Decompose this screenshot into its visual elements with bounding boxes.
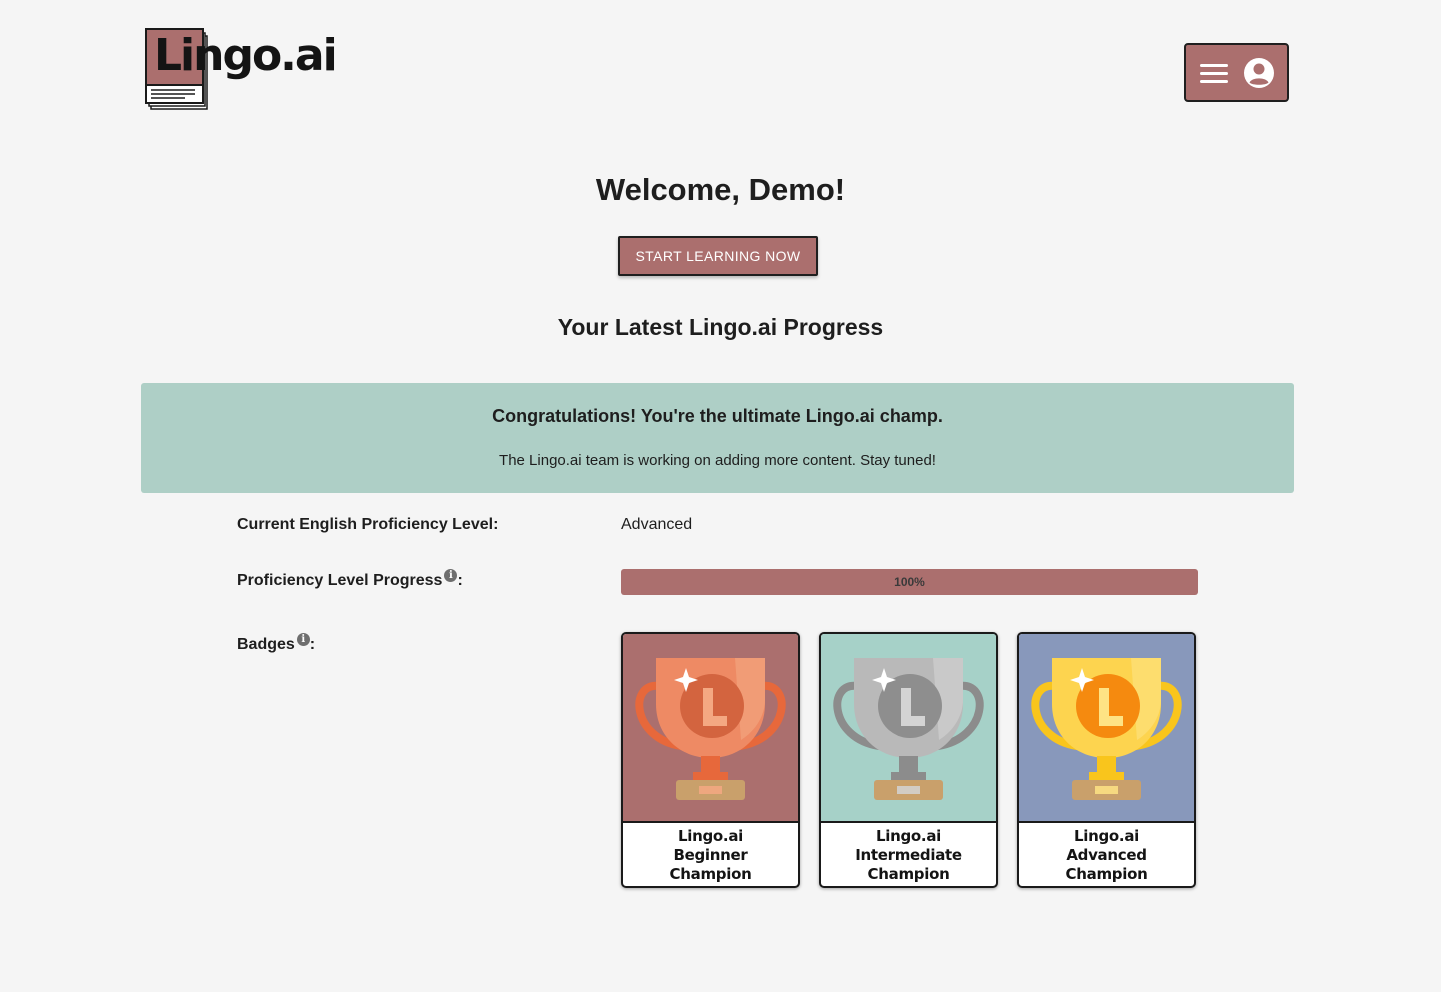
level-progress-bar: 100%	[621, 569, 1198, 595]
progress-heading: Your Latest Lingo.ai Progress	[557, 314, 884, 340]
info-icon[interactable]: i	[296, 633, 310, 646]
badge-line: Champion	[867, 865, 950, 883]
app-logo[interactable]: Lingo.ai	[145, 28, 350, 112]
badge-art	[623, 634, 798, 823]
start-learning-button[interactable]: START LEARNING NOW	[618, 236, 818, 276]
level-progress-label-text: Proficiency Level Progress	[237, 572, 443, 589]
silver-trophy-icon	[833, 658, 984, 800]
user-circle-icon	[1243, 57, 1274, 88]
info-icon[interactable]: i	[444, 569, 458, 582]
progress-percent: 100%	[894, 575, 925, 589]
level-progress-label: Proficiency Level Progress i :	[237, 569, 463, 590]
level-label: Current English Proficiency Level:	[237, 516, 498, 534]
badge-label: Lingo.ai Intermediate Champion	[821, 827, 996, 884]
menu-account-button[interactable]	[1184, 43, 1289, 102]
badges-label-text: Badges	[237, 636, 295, 653]
banner-subtitle: The Lingo.ai team is working on adding m…	[499, 452, 936, 469]
hamburger-menu-icon	[1199, 63, 1228, 83]
badge-art	[821, 634, 996, 823]
badge-card-intermediate[interactable]: Lingo.ai Intermediate Champion	[819, 632, 998, 888]
badge-line: Lingo.ai	[1074, 827, 1139, 845]
page-title: Welcome, Demo!	[595, 172, 846, 207]
badge-card-beginner[interactable]: Lingo.ai Beginner Champion	[621, 632, 800, 888]
badge-line: Lingo.ai	[876, 827, 941, 845]
badge-line: Champion	[1065, 865, 1148, 883]
badge-line: Beginner	[673, 846, 748, 864]
badge-line: Intermediate	[855, 846, 962, 864]
badge-label: Lingo.ai Beginner Champion	[623, 827, 798, 884]
badge-card-advanced[interactable]: Lingo.ai Advanced Champion	[1017, 632, 1196, 888]
badge-line: Champion	[669, 865, 752, 883]
badge-label: Lingo.ai Advanced Champion	[1019, 827, 1194, 884]
bronze-trophy-icon	[635, 658, 786, 800]
level-label-text: Current English Proficiency Level:	[237, 516, 499, 533]
badge-line: Lingo.ai	[678, 827, 743, 845]
logo-wordmark: Lingo.ai	[154, 30, 338, 81]
congrats-banner: Congratulations! You're the ultimate Lin…	[141, 383, 1294, 493]
level-value: Advanced	[621, 516, 693, 533]
badge-art	[1019, 634, 1194, 823]
gold-trophy-icon	[1031, 658, 1182, 800]
badges-label: Badges i :	[237, 633, 316, 654]
badge-line: Advanced	[1066, 846, 1147, 864]
banner-title: Congratulations! You're the ultimate Lin…	[492, 406, 943, 426]
label-colon: :	[309, 636, 316, 653]
label-colon: :	[457, 572, 463, 589]
